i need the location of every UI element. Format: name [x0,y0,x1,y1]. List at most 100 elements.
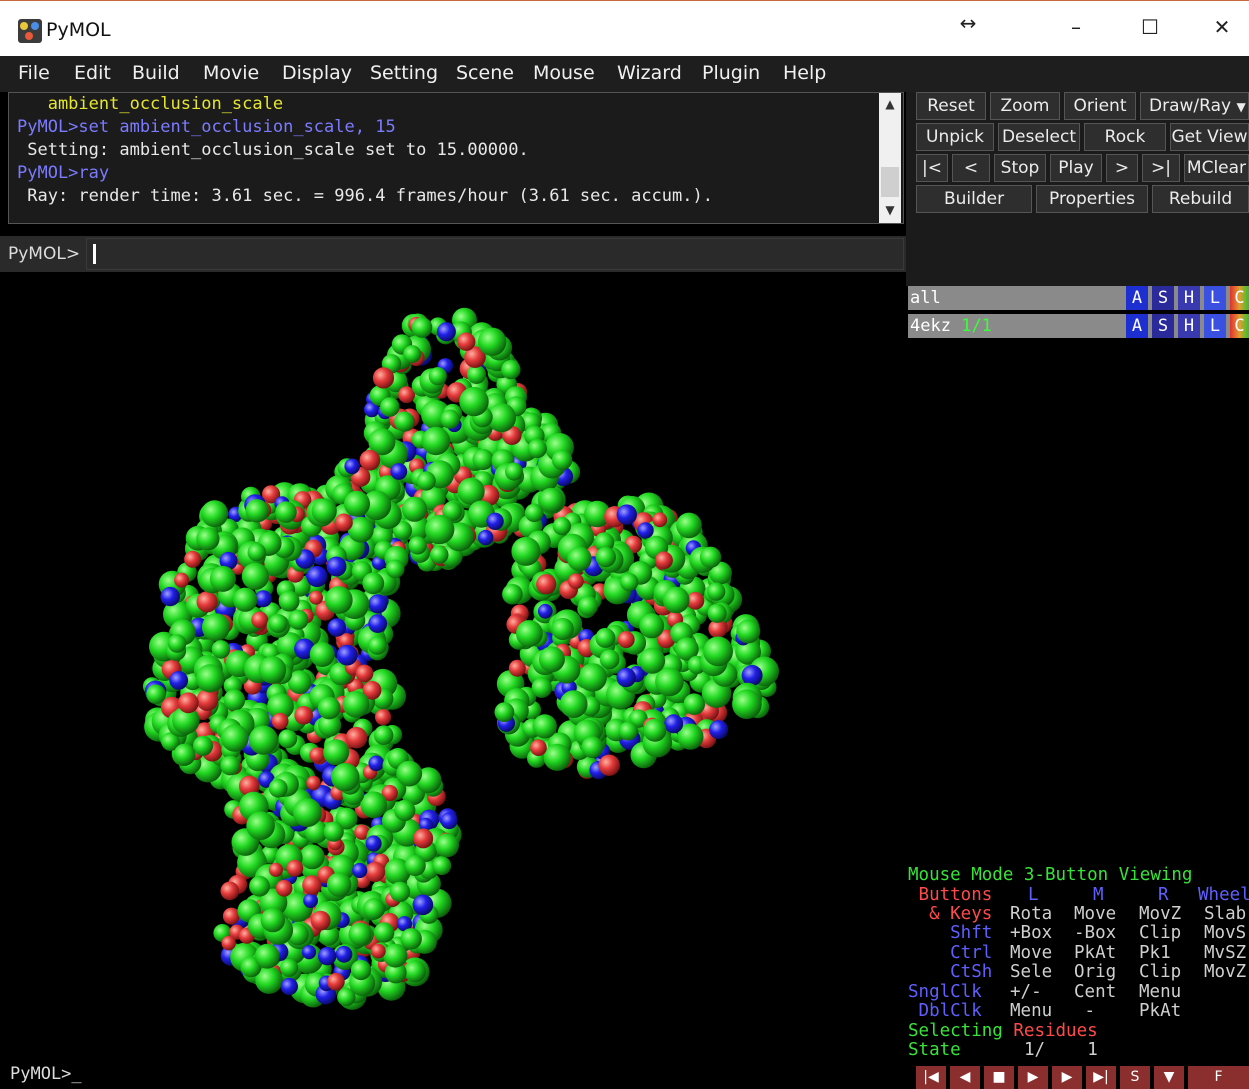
menu-movie[interactable]: Movie [203,62,259,84]
atom-sphere [251,611,269,629]
label-button[interactable]: L [1204,286,1226,310]
atom-sphere [288,609,309,630]
mouse-ctrl-row: Ctrl Move PkAt Pk1 MvSZ [908,943,1247,963]
menu-edit[interactable]: Edit [74,62,111,84]
atom-sphere [299,844,325,870]
object-row-all[interactable]: all A S H L C [908,286,1249,310]
command-prompt-label: PyMOL> [8,244,81,264]
dropdown-arrow-icon: ▼ [1236,100,1246,114]
atom-sphere [326,556,347,577]
atom-sphere [618,721,638,741]
atom-sphere [323,739,350,766]
minimize-button[interactable]: – [1056,15,1096,39]
step-forward-button[interactable]: ▶ [1052,1066,1082,1089]
action-button[interactable]: A [1126,286,1148,310]
scroll-up-icon[interactable]: ▲ [879,93,901,115]
prev-frame-button[interactable]: < [952,154,990,182]
atom-sphere [246,811,275,840]
action-button[interactable]: A [1126,314,1148,338]
draw-ray-button[interactable]: Draw/Ray ▼ [1140,92,1249,120]
molecule-viewport[interactable] [0,272,906,1064]
atom-sphere [732,689,762,719]
next-frame-button[interactable]: > [1106,154,1138,182]
properties-button[interactable]: Properties [1036,185,1148,213]
console-line: PyMOL>set ambient_occlusion_scale, 15 [17,117,396,137]
atom-sphere [707,603,727,623]
atom-sphere [501,359,521,380]
atom-sphere [578,595,599,616]
scene-button[interactable]: S [1120,1066,1150,1089]
rewind-button[interactable]: |◀ [916,1066,946,1089]
unpick-button[interactable]: Unpick [916,123,994,151]
stop-movie-button[interactable]: ■ [984,1066,1014,1089]
menu-build[interactable]: Build [132,62,180,84]
maximize-button[interactable]: ☐ [1130,15,1170,39]
atom-sphere [532,714,557,739]
menu-plugin[interactable]: Plugin [702,62,760,84]
color-button[interactable]: C [1230,314,1249,338]
atom-sphere [683,693,705,715]
color-button[interactable]: C [1230,286,1249,310]
console-scrollbar[interactable]: ▲ ▼ [879,93,901,223]
menu-setting[interactable]: Setting [370,62,438,84]
builder-button[interactable]: Builder [916,185,1032,213]
atom-sphere [375,709,392,726]
menu-mouse[interactable]: Mouse [533,62,595,84]
first-frame-button[interactable]: |< [916,154,948,182]
show-button[interactable]: S [1152,314,1174,338]
selecting-mode[interactable]: Selecting Residues [908,1021,1098,1041]
atom-sphere [655,667,684,697]
menu-display[interactable]: Display [282,62,352,84]
menu-help[interactable]: Help [783,62,826,84]
command-input[interactable] [86,238,904,270]
stop-button[interactable]: Stop [994,154,1046,182]
play-button[interactable]: Play [1050,154,1102,182]
menu-wizard[interactable]: Wizard [617,62,682,84]
end-button[interactable]: ▶| [1086,1066,1116,1089]
atom-sphere [220,881,240,901]
hide-button[interactable]: H [1178,314,1200,338]
last-frame-button[interactable]: >| [1142,154,1180,182]
atom-sphere [286,859,304,877]
atom-sphere [494,702,515,722]
atom-sphere [196,527,220,551]
play-movie-button[interactable]: ▶ [1018,1066,1048,1089]
atom-sphere [511,536,541,566]
atom-sphere [396,760,423,787]
atom-sphere [530,739,547,756]
atom-sphere [367,636,387,655]
control-button-panel: Reset Zoom Orient Draw/Ray ▼ Unpick Dese… [906,92,1249,286]
atom-sphere [416,471,436,491]
object-row-4ekz[interactable]: 4ekz 1/1 A S H L C [908,314,1249,338]
resize-icon[interactable]: ↔ [948,11,988,35]
show-button[interactable]: S [1152,286,1174,310]
scrollbar-thumb[interactable] [881,167,899,197]
step-back-button[interactable]: ◀ [950,1066,980,1089]
close-button[interactable]: ✕ [1202,15,1242,39]
label-button[interactable]: L [1204,314,1226,338]
atom-sphere [389,881,411,902]
scroll-down-icon[interactable]: ▼ [879,199,901,221]
rock-button[interactable]: Rock [1084,123,1166,151]
hide-button[interactable]: H [1178,286,1200,310]
mclear-button[interactable]: MClear [1184,154,1249,182]
atom-sphere [478,529,494,546]
atom-sphere [581,736,604,759]
menu-file[interactable]: File [18,62,50,84]
atom-sphere [552,517,572,536]
rebuild-button[interactable]: Rebuild [1152,185,1249,213]
atom-sphere [221,724,249,752]
dropdown-button[interactable]: ▼ [1154,1066,1184,1089]
atom-sphere [302,875,322,895]
fullscreen-button[interactable]: F [1188,1066,1249,1089]
orient-button[interactable]: Orient [1064,92,1136,120]
console-output[interactable]: ambient_occlusion_scale PyMOL>set ambien… [8,92,904,224]
reset-button[interactable]: Reset [916,92,986,120]
menu-scene[interactable]: Scene [456,62,514,84]
deselect-button[interactable]: Deselect [998,123,1080,151]
atom-sphere [280,958,299,977]
atom-sphere [196,689,219,711]
zoom-button[interactable]: Zoom [990,92,1060,120]
get-view-button[interactable]: Get View [1170,123,1249,151]
atom-sphere [293,798,322,827]
